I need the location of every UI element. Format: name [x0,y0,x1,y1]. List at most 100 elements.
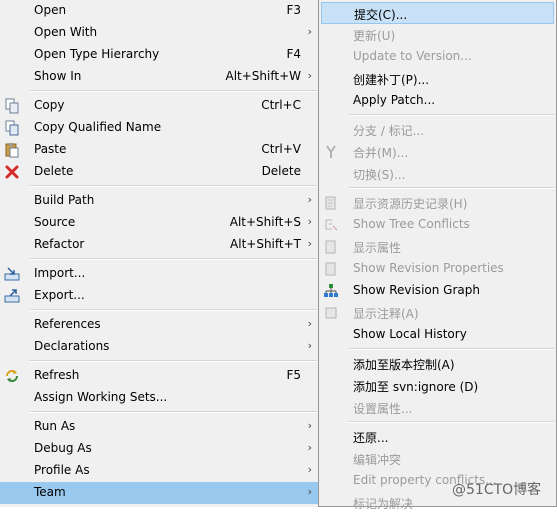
menu-item-label: 更新(U) [353,29,396,43]
menu-item-references[interactable]: References › [0,314,319,336]
menu-item-debug-as[interactable]: Debug As › [0,438,319,460]
menu-item-label: 设置属性... [353,402,413,416]
menu-item-paste[interactable]: Paste Ctrl+V [0,139,319,161]
submenu-item-update-to-version[interactable]: Update to Version... [319,46,556,68]
context-menu: Open F3 Open With › Open Type Hierarchy … [0,0,320,507]
shortcut-label: F4 [286,47,301,61]
menu-separator [349,348,554,350]
menu-item-label: Team [34,485,66,499]
menu-item-label: Declarations [34,339,110,353]
menu-separator [30,90,317,92]
menu-item-label: 显示资源历史记录(H) [353,197,468,211]
menu-separator [349,114,554,116]
menu-item-delete[interactable]: Delete Delete [0,161,319,183]
menu-separator [349,187,554,189]
menu-item-label: Open Type Hierarchy [34,47,160,61]
menu-separator [349,421,554,423]
paste-icon [4,142,20,158]
menu-item-refactor[interactable]: Refactor Alt+Shift+T › [0,234,319,256]
submenu-item-revert[interactable]: 还原... [319,426,556,448]
copy-icon [4,98,20,114]
menu-item-label: Show Local History [353,327,467,341]
submenu-item-apply-patch[interactable]: Apply Patch... [319,90,556,112]
submenu-arrow-icon: › [307,463,312,476]
menu-item-label: Source [34,215,76,229]
submenu-arrow-icon: › [307,485,312,498]
submenu-item-commit[interactable]: 提交(C)... [321,2,554,24]
watermark: @51CTO博客 [452,482,542,498]
menu-item-label: 创建补丁(P)... [353,73,430,87]
menu-item-copy[interactable]: Copy Ctrl+C [0,95,319,117]
menu-item-label: Copy Qualified Name [34,120,162,134]
menu-item-label: Refresh [34,368,80,382]
revision-properties-icon [323,261,339,277]
import-icon [4,266,20,282]
submenu-arrow-icon: › [307,69,312,82]
menu-separator [30,258,317,260]
submenu-arrow-icon: › [307,237,312,250]
menu-item-label: Open With [34,25,98,39]
copy-qualified-name-icon [4,120,20,136]
menu-item-label: Update to Version... [353,49,472,63]
submenu-item-show-properties[interactable]: 显示属性 [319,236,556,258]
submenu-item-merge[interactable]: 合并(M)... [319,141,556,163]
shortcut-label: Alt+Shift+W [225,69,302,83]
menu-item-label: Export... [34,288,85,302]
menu-item-label: 分支 / 标记... [353,124,425,138]
menu-item-build-path[interactable]: Build Path › [0,190,319,212]
menu-item-open[interactable]: Open F3 [0,0,319,22]
menu-item-label: Refactor [34,237,85,251]
submenu-item-add-to-svn-ignore[interactable]: 添加至 svn:ignore (D) [319,375,556,397]
menu-item-copy-qualified-name[interactable]: Copy Qualified Name [0,117,319,139]
annotation-icon [323,305,339,321]
submenu-arrow-icon: › [307,193,312,206]
submenu-item-branch-tag[interactable]: 分支 / 标记... [319,119,556,141]
shortcut-label: F5 [286,368,301,382]
menu-item-label: Show Revision Graph [353,283,480,297]
menu-item-refresh[interactable]: Refresh F5 [0,365,319,387]
submenu-arrow-icon: › [307,317,312,330]
menu-item-label: 显示属性 [353,241,402,255]
submenu-item-edit-conflicts[interactable]: 编辑冲突 [319,448,556,470]
menu-item-team[interactable]: Team › [0,482,319,504]
submenu-item-add-to-version-control[interactable]: 添加至版本控制(A) [319,353,556,375]
menu-item-run-as[interactable]: Run As › [0,416,319,438]
menu-item-label: 合并(M)... [353,146,409,160]
submenu-item-show-revision-properties[interactable]: Show Revision Properties [319,258,556,280]
submenu-item-show-tree-conflicts[interactable]: Show Tree Conflicts [319,214,556,236]
submenu-item-show-annotation[interactable]: 显示注释(A) [319,302,556,324]
menu-separator [30,185,317,187]
merge-icon [323,144,339,160]
menu-item-label: Copy [34,98,65,112]
delete-icon [4,164,20,180]
submenu-item-update[interactable]: 更新(U) [319,24,556,46]
tree-conflicts-icon [323,217,339,233]
menu-item-label: Show In [34,69,82,83]
submenu-item-create-patch[interactable]: 创建补丁(P)... [319,68,556,90]
menu-item-export[interactable]: Export... [0,285,319,307]
menu-item-source[interactable]: Source Alt+Shift+S › [0,212,319,234]
menu-item-label: 编辑冲突 [353,453,402,467]
shortcut-label: Alt+Shift+S [229,215,301,229]
menu-item-assign-working-sets[interactable]: Assign Working Sets... [0,387,319,409]
submenu-item-show-history[interactable]: 显示资源历史记录(H) [319,192,556,214]
menu-item-label: References [34,317,101,331]
submenu-item-show-local-history[interactable]: Show Local History [319,324,556,346]
shortcut-label: F3 [286,3,301,17]
menu-item-import[interactable]: Import... [0,263,319,285]
menu-item-open-with[interactable]: Open With › [0,22,319,44]
menu-item-label: Show Tree Conflicts [353,217,470,231]
menu-item-open-type-hierarchy[interactable]: Open Type Hierarchy F4 [0,44,319,66]
menu-item-show-in[interactable]: Show In Alt+Shift+W › [0,66,319,88]
submenu-item-show-revision-graph[interactable]: Show Revision Graph [319,280,556,302]
menu-item-profile-as[interactable]: Profile As › [0,460,319,482]
export-icon [4,288,20,304]
menu-item-label: 添加至版本控制(A) [353,358,455,372]
history-icon [323,195,339,211]
properties-icon [323,239,339,255]
submenu-item-set-property[interactable]: 设置属性... [319,397,556,419]
menu-item-declarations[interactable]: Declarations › [0,336,319,358]
menu-item-label: Profile As [34,463,90,477]
submenu-item-switch[interactable]: 切换(S)... [319,163,556,185]
menu-item-label: Build Path [34,193,95,207]
